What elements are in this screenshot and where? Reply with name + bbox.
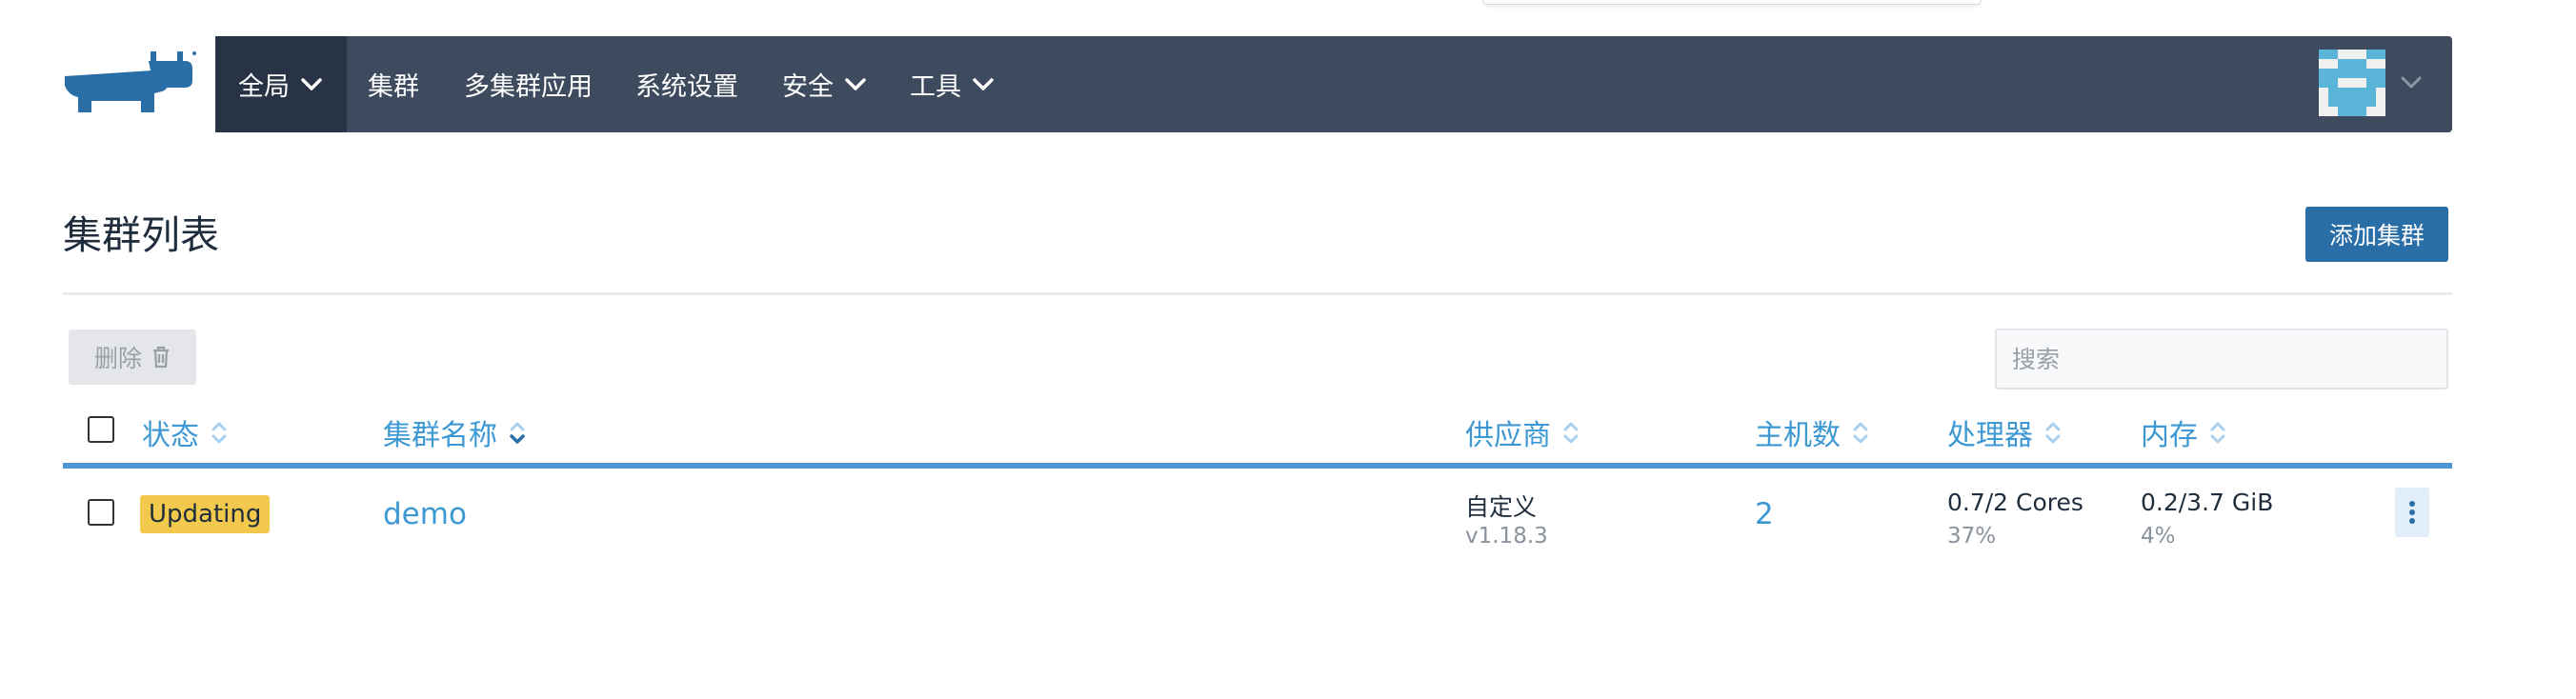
column-header-provider[interactable]: 供应商 bbox=[1465, 411, 1581, 453]
nav-item-settings[interactable]: 系统设置 bbox=[635, 36, 738, 132]
nav-item-tools[interactable]: 工具 bbox=[910, 36, 994, 132]
trash-icon bbox=[153, 346, 169, 369]
select-all-checkbox[interactable] bbox=[88, 416, 114, 443]
page-title: 集群列表 bbox=[63, 212, 219, 258]
search-input[interactable] bbox=[1995, 329, 2448, 389]
row-actions-button[interactable] bbox=[2395, 488, 2429, 537]
nav-item-label: 多集群应用 bbox=[464, 72, 593, 102]
sort-desc-icon bbox=[510, 422, 525, 444]
nav-item-clusters[interactable]: 集群 bbox=[368, 36, 419, 132]
dropdown-popup-edge bbox=[1482, 0, 1982, 5]
title-divider bbox=[63, 292, 2452, 295]
column-header-state[interactable]: 状态 bbox=[142, 411, 230, 453]
node-count-link[interactable]: 2 bbox=[1755, 497, 1774, 531]
nav-item-label: 系统设置 bbox=[635, 72, 738, 102]
column-header-cluster-name[interactable]: 集群名称 bbox=[383, 411, 528, 453]
sort-icon bbox=[211, 422, 227, 444]
sort-icon bbox=[2210, 422, 2225, 444]
row-checkbox[interactable] bbox=[88, 499, 114, 526]
chevron-down-icon bbox=[301, 77, 322, 90]
kebab-menu-icon bbox=[2409, 501, 2415, 524]
memory-usage: 0.2/3.7 GiB bbox=[2141, 489, 2274, 516]
nav-item-label: 集群 bbox=[368, 72, 419, 102]
rancher-cow-logo-icon[interactable] bbox=[61, 48, 196, 122]
nav-item-label: 工具 bbox=[910, 72, 961, 102]
delete-button[interactable]: 删除 bbox=[69, 330, 196, 385]
column-header-label: 集群名称 bbox=[383, 419, 497, 452]
column-header-label: 供应商 bbox=[1465, 419, 1551, 452]
column-header-cpu[interactable]: 处理器 bbox=[1947, 411, 2063, 453]
chevron-down-icon bbox=[845, 77, 866, 90]
user-avatar[interactable] bbox=[2319, 50, 2385, 116]
sort-icon bbox=[2045, 422, 2061, 444]
column-header-memory[interactable]: 内存 bbox=[2141, 411, 2228, 453]
column-header-nodes[interactable]: 主机数 bbox=[1755, 411, 1871, 453]
chevron-down-icon[interactable] bbox=[2397, 70, 2425, 93]
cpu-percent: 37% bbox=[1947, 524, 1997, 549]
provider-version: v1.18.3 bbox=[1465, 524, 1548, 549]
nav-item-label: 安全 bbox=[782, 72, 834, 102]
nav-item-multi-cluster-apps[interactable]: 多集群应用 bbox=[464, 36, 593, 132]
sort-icon bbox=[1853, 422, 1868, 444]
nav-item-security[interactable]: 安全 bbox=[782, 36, 866, 132]
sort-icon bbox=[1563, 422, 1579, 444]
memory-percent: 4% bbox=[2141, 524, 2176, 549]
nav-item-label: 全局 bbox=[238, 72, 290, 102]
nav-item-global[interactable]: 全局 bbox=[238, 36, 322, 132]
column-header-label: 状态 bbox=[142, 419, 199, 452]
column-header-label: 内存 bbox=[2141, 419, 2198, 452]
column-header-label: 主机数 bbox=[1755, 419, 1841, 452]
chevron-down-icon bbox=[973, 77, 994, 90]
delete-button-label: 删除 bbox=[93, 345, 142, 372]
cluster-name-link[interactable]: demo bbox=[383, 497, 467, 531]
add-cluster-button[interactable]: 添加集群 bbox=[2305, 207, 2448, 262]
provider-name: 自定义 bbox=[1465, 493, 1538, 521]
status-badge: Updating bbox=[140, 495, 271, 533]
table-header-divider bbox=[63, 463, 2452, 469]
cpu-usage: 0.7/2 Cores bbox=[1947, 489, 2083, 516]
column-header-label: 处理器 bbox=[1947, 419, 2033, 452]
